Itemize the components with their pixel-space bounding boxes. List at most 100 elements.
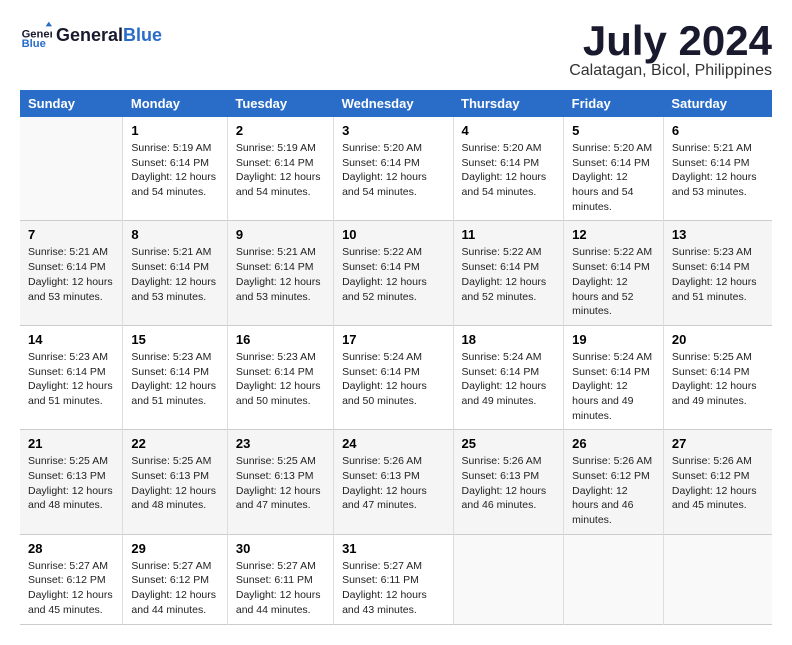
day-cell: 2 Sunrise: 5:19 AMSunset: 6:14 PMDaylight… (227, 117, 333, 221)
day-number: 14 (28, 332, 114, 347)
logo: General Blue GeneralBlue (20, 20, 162, 52)
day-info: Sunrise: 5:27 AMSunset: 6:11 PMDaylight:… (342, 559, 444, 618)
day-cell: 9 Sunrise: 5:21 AMSunset: 6:14 PMDaylight… (227, 221, 333, 325)
day-number: 2 (236, 123, 325, 138)
week-row-4: 21 Sunrise: 5:25 AMSunset: 6:13 PMDayligh… (20, 430, 772, 534)
day-info: Sunrise: 5:26 AMSunset: 6:13 PMDaylight:… (462, 454, 556, 513)
day-number: 18 (462, 332, 556, 347)
day-cell (564, 534, 664, 624)
day-cell: 5 Sunrise: 5:20 AMSunset: 6:14 PMDaylight… (564, 117, 664, 221)
day-info: Sunrise: 5:27 AMSunset: 6:12 PMDaylight:… (28, 559, 114, 618)
day-info: Sunrise: 5:23 AMSunset: 6:14 PMDaylight:… (672, 245, 764, 304)
day-number: 31 (342, 541, 444, 556)
day-cell: 23 Sunrise: 5:25 AMSunset: 6:13 PMDayligh… (227, 430, 333, 534)
day-cell: 10Sunrise: 5:22 AMSunset: 6:14 PMDayligh… (334, 221, 453, 325)
main-title: July 2024 (569, 20, 772, 62)
title-area: July 2024 Calatagan, Bicol, Philippines (569, 20, 772, 80)
day-cell (453, 534, 564, 624)
day-number: 6 (672, 123, 764, 138)
day-number: 3 (342, 123, 444, 138)
day-number: 19 (572, 332, 655, 347)
day-cell: 26 Sunrise: 5:26 AMSunset: 6:12 PMDayligh… (564, 430, 664, 534)
day-info: Sunrise: 5:25 AMSunset: 6:13 PMDaylight:… (28, 454, 114, 513)
day-cell: 13Sunrise: 5:23 AMSunset: 6:14 PMDayligh… (663, 221, 772, 325)
col-sunday: Sunday (20, 90, 123, 117)
day-cell: 30Sunrise: 5:27 AMSunset: 6:11 PMDayligh… (227, 534, 333, 624)
day-number: 7 (28, 227, 114, 242)
day-info: Sunrise: 5:24 AMSunset: 6:14 PMDaylight:… (572, 350, 655, 423)
week-row-5: 28 Sunrise: 5:27 AMSunset: 6:12 PMDayligh… (20, 534, 772, 624)
day-cell: 16 Sunrise: 5:23 AMSunset: 6:14 PMDayligh… (227, 325, 333, 429)
day-number: 21 (28, 436, 114, 451)
col-tuesday: Tuesday (227, 90, 333, 117)
col-wednesday: Wednesday (334, 90, 453, 117)
day-cell: 19 Sunrise: 5:24 AMSunset: 6:14 PMDayligh… (564, 325, 664, 429)
day-info: Sunrise: 5:25 AMSunset: 6:14 PMDaylight:… (672, 350, 764, 409)
day-number: 5 (572, 123, 655, 138)
day-info: Sunrise: 5:22 AMSunset: 6:14 PMDaylight:… (462, 245, 556, 304)
day-cell (20, 117, 123, 221)
subtitle: Calatagan, Bicol, Philippines (569, 62, 772, 80)
day-info: Sunrise: 5:24 AMSunset: 6:14 PMDaylight:… (342, 350, 444, 409)
day-info: Sunrise: 5:26 AMSunset: 6:12 PMDaylight:… (672, 454, 764, 513)
day-number: 28 (28, 541, 114, 556)
day-number: 8 (131, 227, 218, 242)
col-monday: Monday (123, 90, 227, 117)
logo-blue: Blue (123, 25, 162, 45)
day-number: 26 (572, 436, 655, 451)
calendar-table: Sunday Monday Tuesday Wednesday Thursday… (20, 90, 772, 625)
week-row-3: 14 Sunrise: 5:23 AMSunset: 6:14 PMDayligh… (20, 325, 772, 429)
day-number: 20 (672, 332, 764, 347)
svg-text:Blue: Blue (22, 38, 46, 50)
day-number: 17 (342, 332, 444, 347)
day-cell: 3Sunrise: 5:20 AMSunset: 6:14 PMDaylight… (334, 117, 453, 221)
day-cell: 31 Sunrise: 5:27 AMSunset: 6:11 PMDayligh… (334, 534, 453, 624)
day-info: Sunrise: 5:25 AMSunset: 6:13 PMDaylight:… (236, 454, 325, 513)
day-info: Sunrise: 5:27 AMSunset: 6:12 PMDaylight:… (131, 559, 218, 618)
day-cell: 8Sunrise: 5:21 AMSunset: 6:14 PMDaylight… (123, 221, 227, 325)
day-number: 30 (236, 541, 325, 556)
day-info: Sunrise: 5:21 AMSunset: 6:14 PMDaylight:… (28, 245, 114, 304)
day-cell: 29 Sunrise: 5:27 AMSunset: 6:12 PMDayligh… (123, 534, 227, 624)
day-info: Sunrise: 5:21 AMSunset: 6:14 PMDaylight:… (672, 141, 764, 200)
day-cell: 20 Sunrise: 5:25 AMSunset: 6:14 PMDayligh… (663, 325, 772, 429)
day-number: 15 (131, 332, 218, 347)
day-number: 29 (131, 541, 218, 556)
day-info: Sunrise: 5:20 AMSunset: 6:14 PMDaylight:… (462, 141, 556, 200)
logo-general: General (56, 25, 123, 45)
day-info: Sunrise: 5:26 AMSunset: 6:13 PMDaylight:… (342, 454, 444, 513)
day-cell: 25Sunrise: 5:26 AMSunset: 6:13 PMDayligh… (453, 430, 564, 534)
day-number: 9 (236, 227, 325, 242)
day-info: Sunrise: 5:21 AMSunset: 6:14 PMDaylight:… (236, 245, 325, 304)
day-cell: 27 Sunrise: 5:26 AMSunset: 6:12 PMDayligh… (663, 430, 772, 534)
day-info: Sunrise: 5:26 AMSunset: 6:12 PMDaylight:… (572, 454, 655, 527)
day-cell: 22Sunrise: 5:25 AMSunset: 6:13 PMDayligh… (123, 430, 227, 534)
col-saturday: Saturday (663, 90, 772, 117)
day-cell: 15Sunrise: 5:23 AMSunset: 6:14 PMDayligh… (123, 325, 227, 429)
day-info: Sunrise: 5:19 AMSunset: 6:14 PMDaylight:… (131, 141, 218, 200)
day-number: 27 (672, 436, 764, 451)
week-row-1: 1Sunrise: 5:19 AMSunset: 6:14 PMDaylight… (20, 117, 772, 221)
day-info: Sunrise: 5:24 AMSunset: 6:14 PMDaylight:… (462, 350, 556, 409)
col-friday: Friday (564, 90, 664, 117)
day-number: 23 (236, 436, 325, 451)
day-number: 16 (236, 332, 325, 347)
day-cell: 4 Sunrise: 5:20 AMSunset: 6:14 PMDaylight… (453, 117, 564, 221)
day-cell: 1Sunrise: 5:19 AMSunset: 6:14 PMDaylight… (123, 117, 227, 221)
day-cell: 14Sunrise: 5:23 AMSunset: 6:14 PMDayligh… (20, 325, 123, 429)
day-info: Sunrise: 5:20 AMSunset: 6:14 PMDaylight:… (572, 141, 655, 214)
day-cell: 18 Sunrise: 5:24 AMSunset: 6:14 PMDayligh… (453, 325, 564, 429)
col-thursday: Thursday (453, 90, 564, 117)
logo-icon: General Blue (20, 20, 52, 52)
header-row: Sunday Monday Tuesday Wednesday Thursday… (20, 90, 772, 117)
day-cell: 24Sunrise: 5:26 AMSunset: 6:13 PMDayligh… (334, 430, 453, 534)
day-info: Sunrise: 5:22 AMSunset: 6:14 PMDaylight:… (342, 245, 444, 304)
day-number: 12 (572, 227, 655, 242)
day-info: Sunrise: 5:23 AMSunset: 6:14 PMDaylight:… (236, 350, 325, 409)
day-number: 4 (462, 123, 556, 138)
day-cell: 21 Sunrise: 5:25 AMSunset: 6:13 PMDayligh… (20, 430, 123, 534)
day-info: Sunrise: 5:19 AMSunset: 6:14 PMDaylight:… (236, 141, 325, 200)
day-number: 11 (462, 227, 556, 242)
day-cell: 12Sunrise: 5:22 AMSunset: 6:14 PMDayligh… (564, 221, 664, 325)
day-cell: 6 Sunrise: 5:21 AMSunset: 6:14 PMDaylight… (663, 117, 772, 221)
